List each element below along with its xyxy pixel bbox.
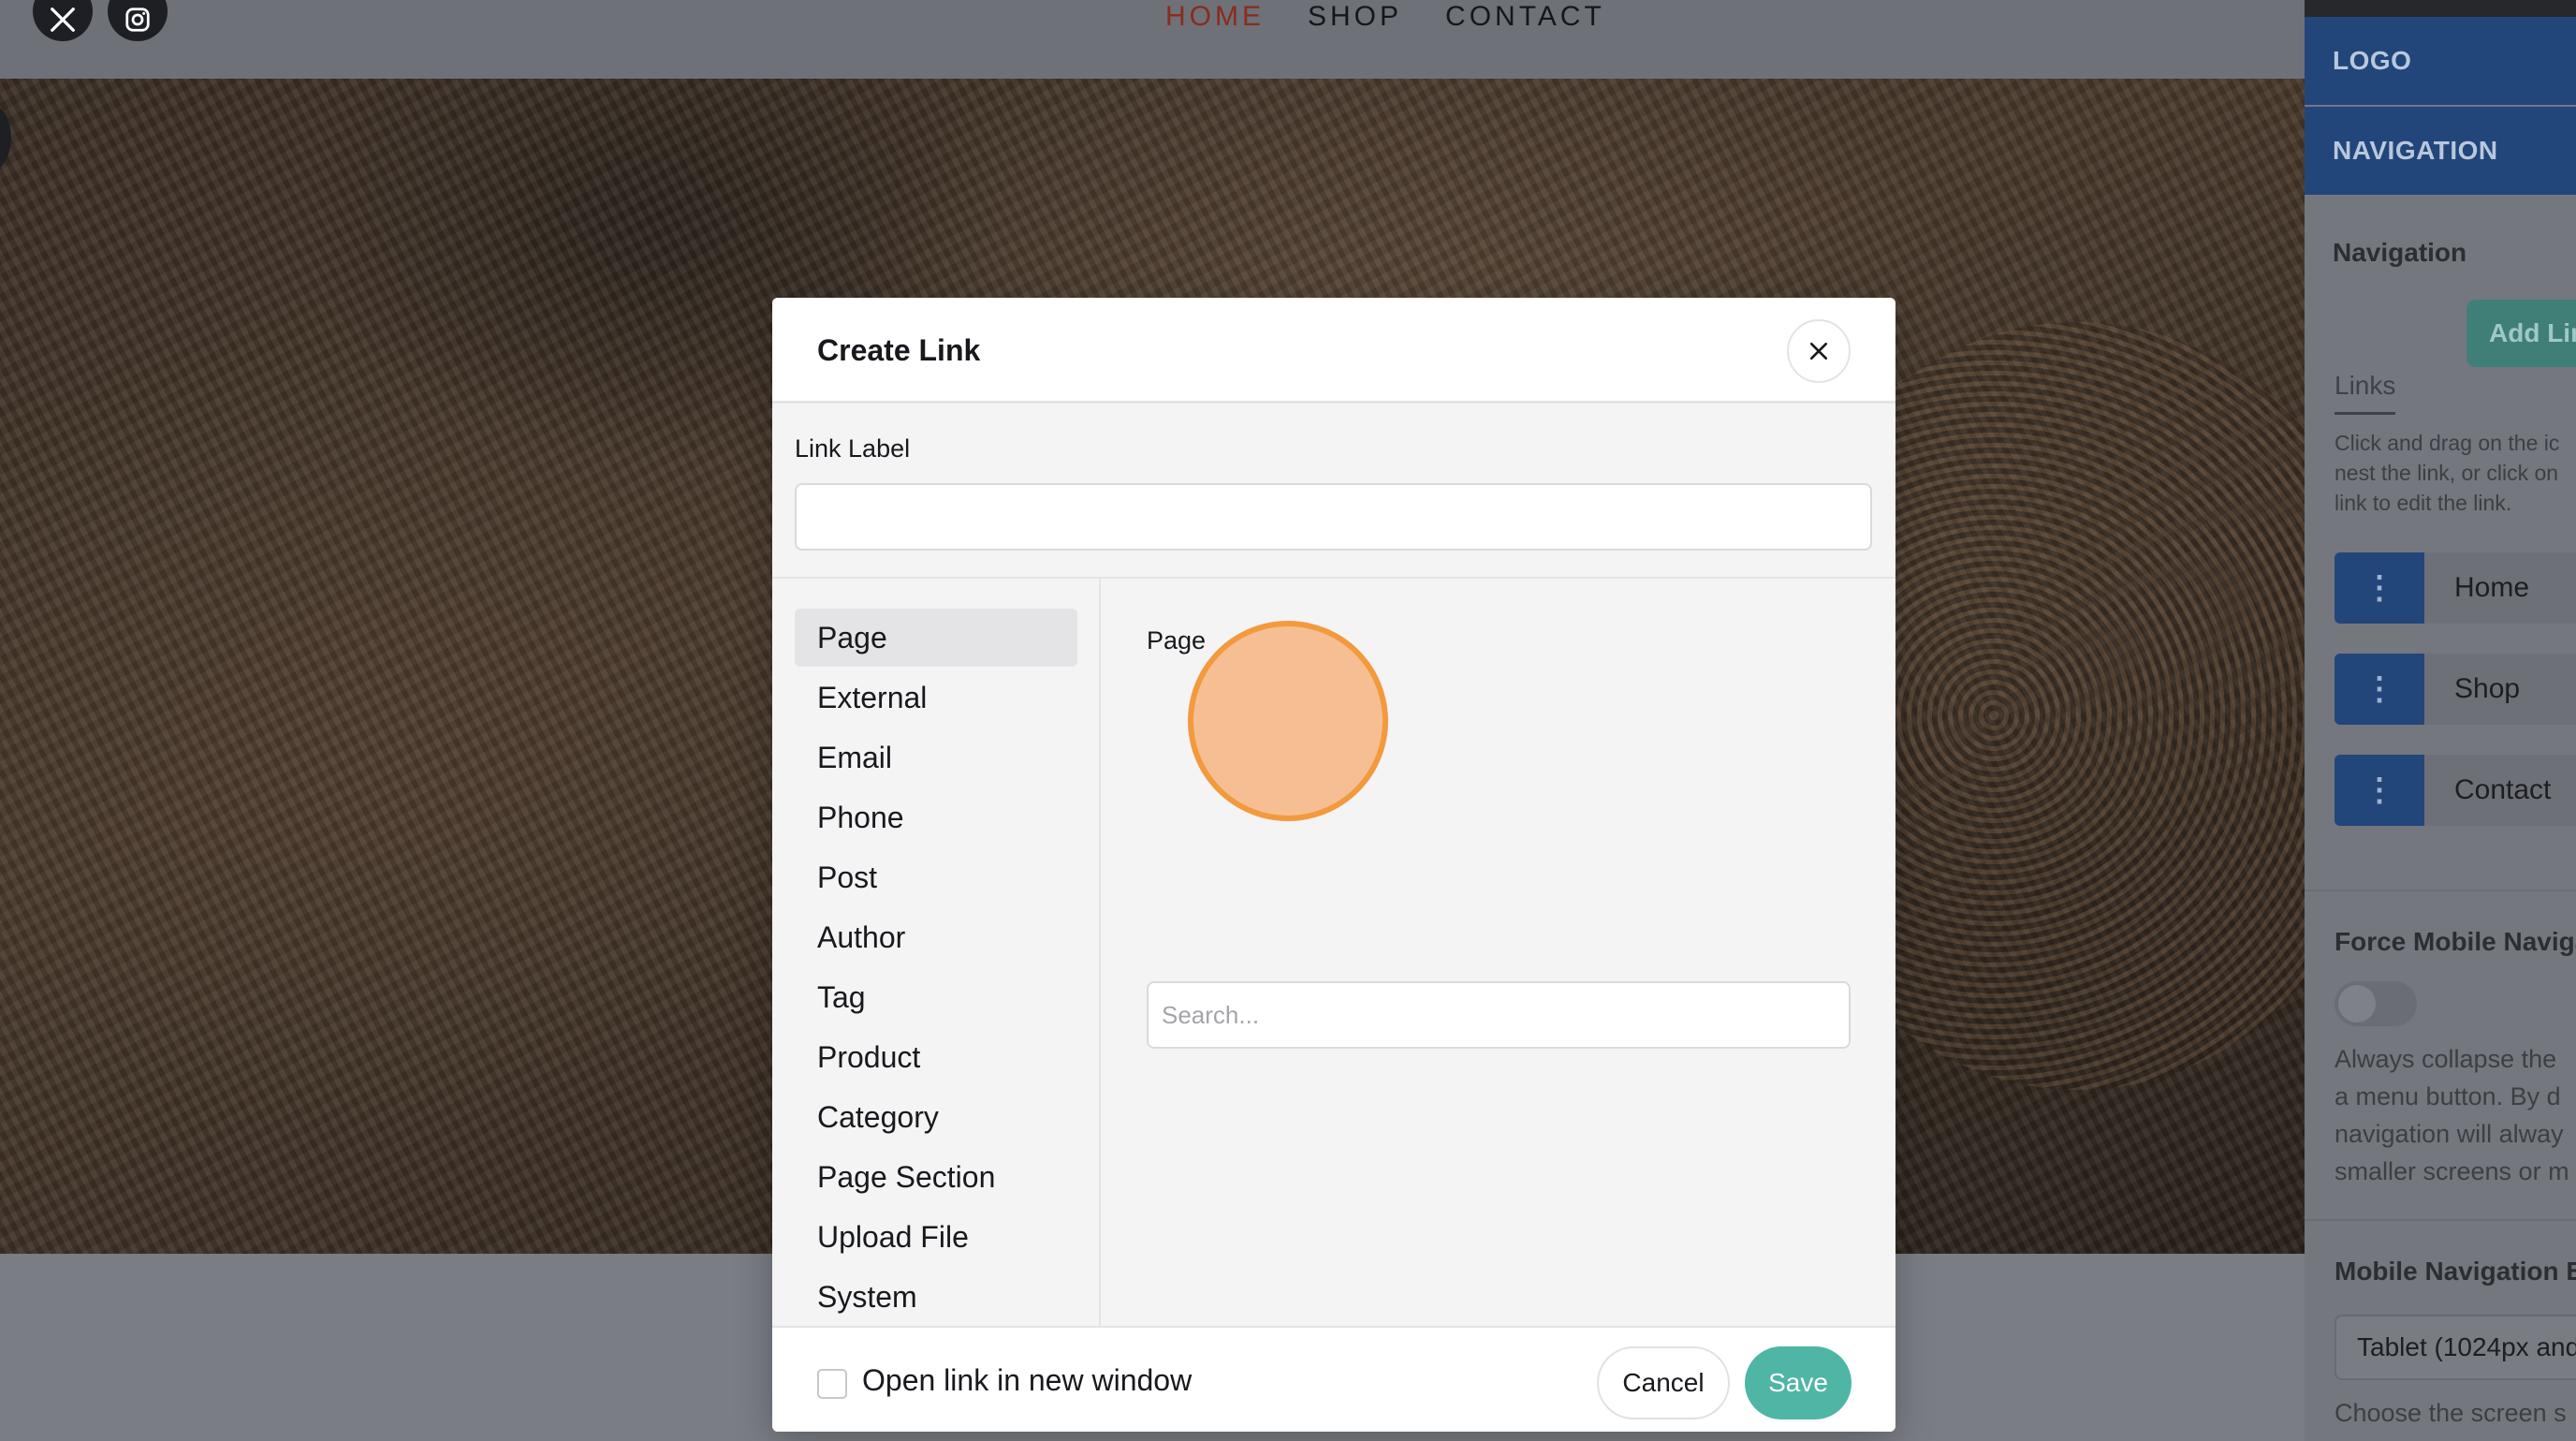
close-icon bbox=[1809, 342, 1828, 360]
new-window-checkbox[interactable] bbox=[817, 1369, 847, 1399]
nav-link-item-home[interactable]: ⋮ Home bbox=[2334, 552, 2576, 624]
link-type-page-section[interactable]: Page Section bbox=[795, 1148, 1077, 1206]
click-indicator bbox=[1188, 621, 1388, 821]
link-type-product[interactable]: Product bbox=[795, 1028, 1077, 1086]
modal-header: Create Link bbox=[772, 298, 1895, 404]
links-tab[interactable]: Links bbox=[2334, 371, 2396, 415]
link-label-section: Link Label bbox=[772, 404, 1895, 579]
panel-section-logo[interactable]: LOGO bbox=[2305, 17, 2576, 105]
x-social-button[interactable] bbox=[33, 0, 93, 41]
force-mobile-desc-3: navigation will alway bbox=[2334, 1120, 2564, 1148]
instagram-icon bbox=[125, 7, 150, 32]
kebab-icon[interactable]: ⋮ bbox=[2334, 755, 2424, 826]
nav-contact-link[interactable]: CONTACT bbox=[1445, 0, 1605, 34]
nav-link-label: Shop bbox=[2454, 673, 2521, 704]
nav-link-label: Contact bbox=[2454, 774, 2552, 805]
mobile-breakpoint-select[interactable]: Tablet (1024px and bbox=[2334, 1315, 2576, 1380]
page-field-label: Page bbox=[1147, 626, 1207, 654]
page-search-input[interactable] bbox=[1147, 981, 1851, 1049]
navigation-heading: Navigation bbox=[2333, 238, 2467, 267]
panel-divider bbox=[2305, 1219, 2576, 1221]
link-type-system[interactable]: System bbox=[795, 1268, 1077, 1326]
link-type-post[interactable]: Post bbox=[795, 848, 1077, 906]
nav-link-item-contact[interactable]: ⋮ Contact bbox=[2334, 755, 2576, 826]
close-button[interactable] bbox=[1787, 319, 1851, 383]
link-label-input[interactable] bbox=[795, 483, 1872, 551]
force-mobile-toggle[interactable] bbox=[2334, 981, 2417, 1026]
nav-link-item-shop[interactable]: ⋮ Shop bbox=[2334, 654, 2576, 725]
nav-home-link[interactable]: HOME bbox=[1165, 0, 1265, 34]
force-mobile-desc-4: smaller screens or m bbox=[2334, 1157, 2569, 1185]
toggle-knob bbox=[2338, 985, 2376, 1022]
link-type-external[interactable]: External bbox=[795, 669, 1077, 727]
link-type-author[interactable]: Author bbox=[795, 908, 1077, 966]
link-type-tag[interactable]: Tag bbox=[795, 968, 1077, 1026]
force-mobile-desc-2: a menu button. By d bbox=[2334, 1082, 2561, 1110]
force-mobile-desc-1: Always collapse the bbox=[2334, 1045, 2557, 1073]
links-help-line-2: nest the link, or click on bbox=[2334, 461, 2559, 485]
modal-footer: Open link in new window Cancel Save bbox=[772, 1326, 1895, 1432]
add-link-button[interactable]: Add Lin bbox=[2466, 300, 2576, 367]
mobile-breakpoint-heading: Mobile Navigation B bbox=[2334, 1257, 2576, 1286]
site-header: HOME SHOP CONTACT bbox=[0, 0, 2305, 79]
panel-divider bbox=[2305, 890, 2576, 891]
kebab-icon[interactable]: ⋮ bbox=[2334, 654, 2424, 725]
x-icon bbox=[51, 7, 75, 32]
link-type-upload-file[interactable]: Upload File bbox=[795, 1208, 1077, 1266]
nav-shop-link[interactable]: SHOP bbox=[1308, 0, 1402, 34]
link-type-list: Page External Email Phone Post Author Ta… bbox=[772, 579, 1101, 1354]
modal-body: Link Label Page External Email Phone Pos… bbox=[772, 404, 1895, 1354]
instagram-social-button[interactable] bbox=[108, 0, 168, 41]
links-help-line-1: Click and drag on the ic bbox=[2334, 431, 2560, 455]
save-button[interactable]: Save bbox=[1745, 1346, 1852, 1419]
new-window-label[interactable]: Open link in new window bbox=[862, 1363, 1192, 1398]
link-type-phone[interactable]: Phone bbox=[795, 788, 1077, 846]
mobile-breakpoint-help: Choose the screen s bbox=[2334, 1399, 2567, 1427]
cancel-button[interactable]: Cancel bbox=[1597, 1346, 1730, 1419]
nav-link-label: Home bbox=[2454, 572, 2530, 603]
modal-title: Create Link bbox=[817, 333, 981, 367]
links-help-line-3: link to edit the link. bbox=[2334, 491, 2512, 515]
create-link-modal: Create Link Link Label Page External Ema… bbox=[772, 298, 1895, 1432]
force-mobile-heading: Force Mobile Naviga bbox=[2334, 927, 2576, 956]
panel-topbar bbox=[2305, 0, 2576, 17]
site-navigation: HOME SHOP CONTACT bbox=[1165, 0, 1605, 34]
link-type-email[interactable]: Email bbox=[795, 728, 1077, 787]
panel-section-navigation[interactable]: NAVIGATION bbox=[2305, 107, 2576, 195]
link-type-page[interactable]: Page bbox=[795, 609, 1077, 667]
link-label-title: Link Label bbox=[795, 434, 911, 463]
link-type-category[interactable]: Category bbox=[795, 1088, 1077, 1146]
kebab-icon[interactable]: ⋮ bbox=[2334, 552, 2424, 624]
